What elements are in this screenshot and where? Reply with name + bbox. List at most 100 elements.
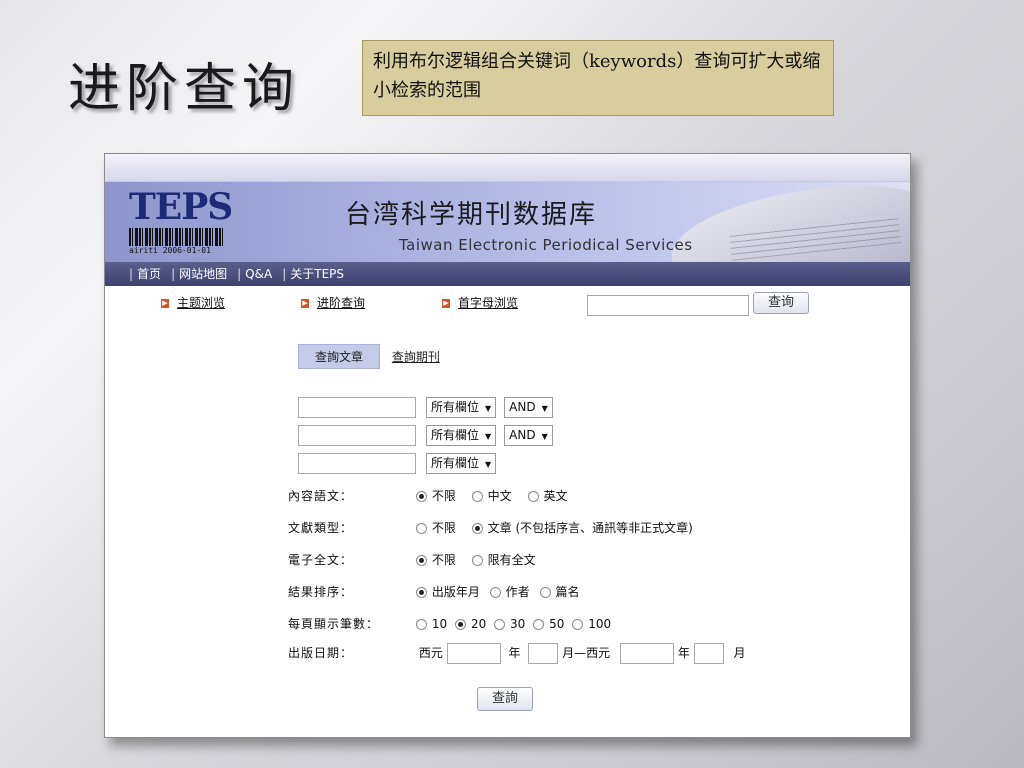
radio-label: 50 <box>549 617 565 631</box>
bool-select-value: AND <box>509 428 536 442</box>
field-select-value: 所有欄位 <box>431 400 480 414</box>
browse-modes: ▶ 主题浏览 ▶ 进阶查询 ▶ 首字母浏览 查询 <box>105 286 910 324</box>
submit-search-button[interactable]: 查詢 <box>477 687 533 711</box>
radio-icon <box>533 619 545 630</box>
date-from-year-input[interactable] <box>446 643 501 664</box>
radio-selected-icon <box>454 619 466 630</box>
radio-label: 中文 <box>487 489 512 503</box>
radio-option[interactable]: 不限 <box>415 551 456 568</box>
logo-subtext: airiti 2006-01-01 <box>129 246 211 255</box>
quick-search-input[interactable] <box>587 295 749 316</box>
radio-label: 30 <box>510 617 526 631</box>
radio-option[interactable]: 作者 <box>489 583 530 600</box>
teps-screenshot: TEPS airiti 2006-01-01 台湾科学期刊数据库 Taiwan … <box>104 153 911 738</box>
option-label: 內容語文： <box>288 489 354 503</box>
radio-option[interactable]: 不限 <box>415 487 456 504</box>
option-row-fulltext: 電子全文： 不限 限有全文 <box>288 551 548 568</box>
nav-about[interactable]: 关于TEPS <box>290 267 344 281</box>
top-nav: | 首页 | 网站地图 | Q&A | 关于TEPS <box>105 262 910 286</box>
date-to-year-input[interactable] <box>620 643 675 664</box>
caret-down-icon: ▼ <box>485 404 492 413</box>
mode-topic-label: 主题浏览 <box>177 296 226 310</box>
radio-option[interactable]: 文章 (不包括序言、通訊等非正式文章) <box>471 519 693 536</box>
logo-text: TEPS <box>129 186 233 228</box>
radio-option[interactable]: 20 <box>454 617 487 631</box>
nav-qa[interactable]: Q&A <box>245 267 272 281</box>
mode-initial-label: 首字母浏览 <box>458 296 519 310</box>
field-select-1[interactable]: 所有欄位 ▼ <box>426 397 497 418</box>
radio-icon <box>471 555 483 566</box>
radio-label: 不限 <box>431 553 456 567</box>
option-row-doc-type: 文獻類型： 不限 文章 (不包括序言、通訊等非正式文章) <box>288 519 705 536</box>
bool-select-1[interactable]: AND ▼ <box>504 397 553 418</box>
radio-icon <box>415 523 427 534</box>
field-select-3[interactable]: 所有欄位 ▼ <box>426 453 497 474</box>
date-month-label: 月 <box>733 646 746 660</box>
radio-label: 不限 <box>431 489 456 503</box>
nav-home[interactable]: 首页 <box>137 267 161 281</box>
radio-icon <box>415 619 427 630</box>
nav-sitemap[interactable]: 网站地图 <box>179 267 227 281</box>
radio-option[interactable]: 篇名 <box>539 583 580 600</box>
tab-articles[interactable]: 查詢文章 <box>298 344 381 369</box>
radio-option[interactable]: 30 <box>494 617 525 631</box>
arrow-right-icon: ▶ <box>161 299 169 308</box>
radio-option[interactable]: 英文 <box>527 487 568 504</box>
radio-option[interactable]: 限有全文 <box>471 551 536 568</box>
caret-down-icon: ▼ <box>541 432 548 441</box>
nav-divider: | <box>282 267 287 281</box>
option-row-date: 出版日期： 西元 年 月—西元 年 月 <box>288 643 746 664</box>
query-row-1: 所有欄位 ▼ AND ▼ <box>298 397 553 418</box>
query-row-3: 所有欄位 ▼ <box>298 453 497 474</box>
option-row-sort: 結果排序： 出版年月 作者 篇名 <box>288 583 592 600</box>
radio-icon <box>539 587 551 598</box>
field-select-value: 所有欄位 <box>431 428 480 442</box>
tab-journals[interactable]: 查詢期刊 <box>392 348 440 365</box>
radio-option[interactable]: 不限 <box>415 519 456 536</box>
mode-advanced-search[interactable]: ▶ 进阶查询 <box>301 294 365 311</box>
radio-label: 限有全文 <box>487 553 536 567</box>
site-title-en: Taiwan Electronic Periodical Services <box>399 236 693 254</box>
query-row-2: 所有欄位 ▼ AND ▼ <box>298 425 553 446</box>
radio-label: 20 <box>470 617 487 631</box>
date-to-month-input[interactable] <box>693 643 724 664</box>
option-row-language: 內容語文： 不限 中文 英文 <box>288 487 580 504</box>
date-from-month-input[interactable] <box>528 643 559 664</box>
radio-option[interactable]: 出版年月 <box>415 583 480 600</box>
radio-selected-icon <box>415 491 427 502</box>
radio-label: 10 <box>431 617 448 631</box>
nav-divider: | <box>171 267 176 281</box>
bool-select-2[interactable]: AND ▼ <box>504 425 553 446</box>
teps-logo[interactable]: TEPS airiti 2006-01-01 <box>129 186 233 258</box>
radio-option[interactable]: 100 <box>572 617 611 631</box>
caret-down-icon: ▼ <box>541 404 548 413</box>
option-row-per-page: 每頁顯示筆數： 10 20 30 50 100 <box>288 615 623 632</box>
option-label: 結果排序： <box>288 585 354 599</box>
radio-option[interactable]: 中文 <box>471 487 512 504</box>
radio-icon <box>527 491 539 502</box>
radio-icon <box>489 587 501 598</box>
keyword-input-2[interactable] <box>298 425 416 446</box>
caret-down-icon: ▼ <box>485 432 492 441</box>
radio-selected-icon <box>471 523 483 534</box>
radio-label: 文章 (不包括序言、通訊等非正式文章) <box>487 521 693 535</box>
radio-label: 不限 <box>431 521 456 535</box>
option-label: 文獻類型： <box>288 521 354 535</box>
radio-option[interactable]: 50 <box>533 617 564 631</box>
mode-initial-browse[interactable]: ▶ 首字母浏览 <box>442 294 518 311</box>
window-top-bar <box>105 154 910 182</box>
date-month-to-label: 月—西元 <box>562 646 611 660</box>
radio-label: 篇名 <box>555 585 580 599</box>
radio-icon <box>471 491 483 502</box>
quick-search-button[interactable]: 查询 <box>753 292 809 314</box>
keyword-input-3[interactable] <box>298 453 416 474</box>
arrow-right-icon: ▶ <box>301 299 309 308</box>
mode-topic-browse[interactable]: ▶ 主题浏览 <box>161 294 225 311</box>
field-select-2[interactable]: 所有欄位 ▼ <box>426 425 497 446</box>
radio-label: 出版年月 <box>431 585 480 599</box>
radio-option[interactable]: 10 <box>415 617 448 631</box>
keyword-input-1[interactable] <box>298 397 416 418</box>
radio-label: 100 <box>588 617 612 631</box>
date-year-label: 年 <box>508 646 521 660</box>
note-box: 利用布尔逻辑组合关键词（keywords）查询可扩大或缩小检索的范围 <box>362 40 834 116</box>
